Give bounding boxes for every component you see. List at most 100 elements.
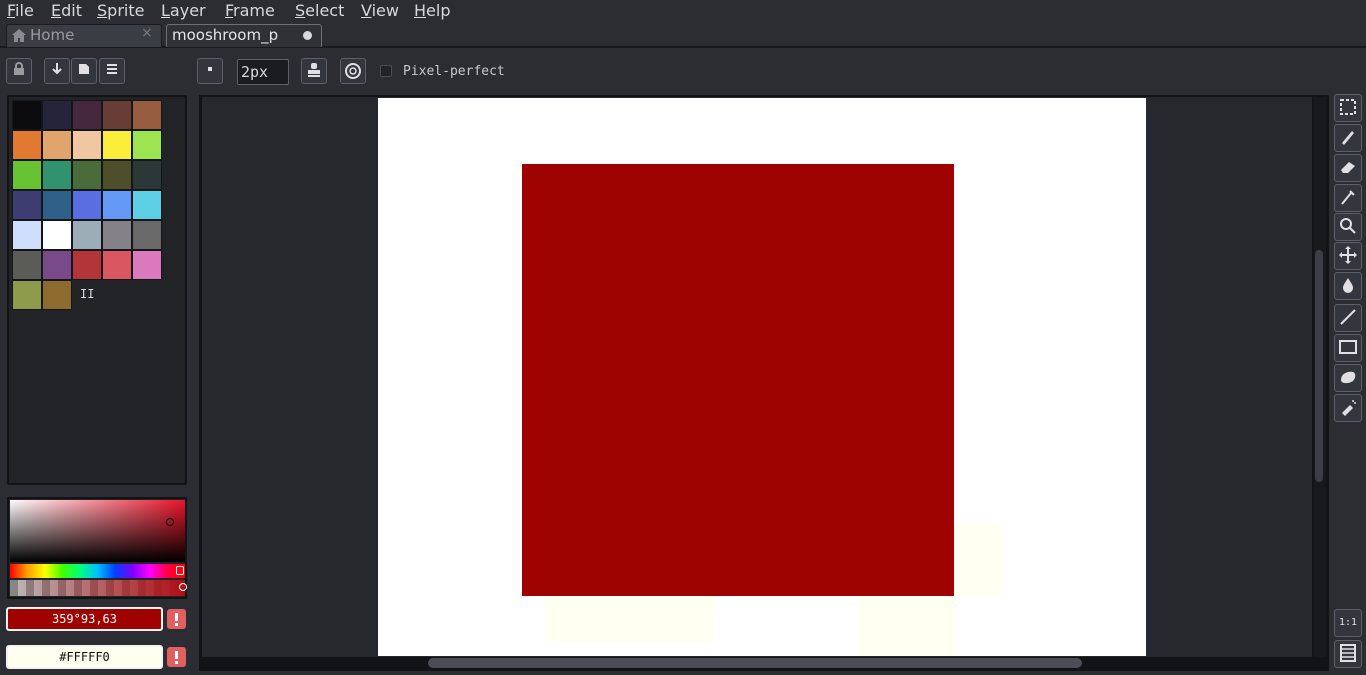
palette-swatch[interactable] bbox=[132, 160, 162, 190]
palette-swatch[interactable] bbox=[72, 190, 102, 220]
brush-size-field[interactable]: 2px bbox=[237, 59, 289, 85]
tool-line[interactable] bbox=[1334, 304, 1362, 332]
foreground-picker-button[interactable] bbox=[167, 609, 186, 629]
palette-swatch[interactable] bbox=[42, 160, 72, 190]
brush-type-button[interactable] bbox=[197, 58, 223, 84]
film-strip-icon bbox=[1340, 644, 1356, 662]
palette-swatch[interactable] bbox=[42, 220, 72, 250]
zoom-reset-button[interactable]: 1:1 bbox=[1334, 609, 1362, 637]
palette-panel: II bbox=[7, 95, 187, 485]
palette-swatch[interactable] bbox=[132, 130, 162, 160]
zoom-reset-label: 1:1 bbox=[1338, 617, 1358, 628]
rectangle-icon bbox=[1339, 340, 1357, 354]
palette-swatch[interactable] bbox=[102, 160, 132, 190]
spray-icon bbox=[1342, 400, 1356, 416]
move-icon bbox=[1339, 246, 1357, 264]
palette-swatch[interactable] bbox=[42, 100, 72, 130]
foreground-color-field[interactable]: 359°93,63 bbox=[6, 607, 163, 631]
lock-button[interactable] bbox=[6, 58, 32, 84]
menu-select[interactable]: Select bbox=[295, 1, 344, 20]
tab-home[interactable]: Home × bbox=[6, 24, 162, 48]
pause-glyph: II bbox=[80, 287, 95, 301]
menu-frame[interactable]: Frame bbox=[225, 1, 275, 20]
palette-swatch[interactable] bbox=[102, 100, 132, 130]
palette-swatch[interactable] bbox=[42, 280, 72, 310]
ink-stamp-icon bbox=[308, 63, 320, 77]
tool-spray[interactable] bbox=[1334, 394, 1362, 422]
menu-file[interactable]: File bbox=[7, 1, 34, 20]
tab-mooshroom[interactable]: mooshroom_p bbox=[166, 24, 322, 47]
palette-swatch[interactable] bbox=[12, 220, 42, 250]
menu-sprite[interactable]: Sprite bbox=[97, 1, 144, 20]
menu-help[interactable]: Help bbox=[414, 1, 450, 20]
exclamation-icon bbox=[175, 651, 178, 664]
menu-view[interactable]: View bbox=[361, 1, 399, 20]
palette-swatch[interactable] bbox=[42, 250, 72, 280]
pixel-perfect-label: Pixel-perfect bbox=[403, 64, 505, 79]
tool-zoom[interactable] bbox=[1334, 213, 1362, 241]
palette-swatch[interactable] bbox=[102, 130, 132, 160]
palette-swatch[interactable] bbox=[12, 100, 42, 130]
palette-swatch[interactable] bbox=[102, 250, 132, 280]
pixel-perfect-checkbox[interactable] bbox=[380, 65, 392, 77]
hue-handle-icon[interactable] bbox=[176, 566, 184, 575]
red-square-shape bbox=[522, 164, 954, 596]
eyedropper-icon bbox=[1341, 190, 1355, 205]
tool-paint-bucket[interactable] bbox=[1334, 272, 1362, 300]
eraser-icon bbox=[1341, 162, 1355, 173]
tab-bar: Home × mooshroom_p bbox=[0, 22, 1366, 48]
tool-rectangle[interactable] bbox=[1334, 334, 1362, 362]
palette-swatch[interactable] bbox=[42, 190, 72, 220]
palette-swatch[interactable] bbox=[102, 220, 132, 250]
download-button[interactable] bbox=[44, 58, 70, 84]
palette-swatch[interactable] bbox=[72, 220, 102, 250]
background-picker-button[interactable] bbox=[167, 647, 186, 667]
brush-dot-icon bbox=[208, 67, 212, 71]
saturation-value-area[interactable] bbox=[10, 500, 185, 562]
palette-swatch[interactable] bbox=[72, 130, 102, 160]
palette-swatch[interactable] bbox=[12, 190, 42, 220]
palette-swatch[interactable] bbox=[132, 100, 162, 130]
tool-pencil[interactable] bbox=[1334, 124, 1362, 152]
palette-swatch[interactable] bbox=[102, 190, 132, 220]
exclamation-icon bbox=[175, 613, 178, 626]
palette-save-button[interactable] bbox=[71, 58, 97, 84]
menu-edit[interactable]: Edit bbox=[51, 1, 82, 20]
tab-home-label: Home bbox=[30, 26, 75, 44]
faint-shape bbox=[545, 596, 715, 642]
palette-swatch[interactable] bbox=[72, 250, 102, 280]
palette-swatch[interactable] bbox=[72, 100, 102, 130]
palette-swatch[interactable] bbox=[132, 190, 162, 220]
hue-slider[interactable] bbox=[10, 564, 185, 578]
vertical-scroll-thumb[interactable] bbox=[1315, 250, 1323, 482]
tab-mooshroom-label: mooshroom_p bbox=[172, 26, 279, 44]
alpha-slider[interactable] bbox=[10, 580, 185, 596]
tool-rectangular-marquee[interactable] bbox=[1334, 94, 1362, 122]
tool-move[interactable] bbox=[1334, 242, 1362, 270]
opacity-button[interactable] bbox=[340, 58, 366, 84]
line-icon bbox=[1340, 309, 1356, 325]
opacity-circle-icon bbox=[345, 63, 361, 79]
unsaved-dot-icon[interactable] bbox=[303, 31, 312, 40]
palette-swatch[interactable] bbox=[12, 280, 42, 310]
tool-blob[interactable] bbox=[1334, 364, 1362, 392]
marquee-icon bbox=[1340, 99, 1356, 115]
alpha-handle-icon[interactable] bbox=[179, 583, 187, 591]
menu-bar: File Edit Sprite Layer Frame Select View… bbox=[0, 0, 1366, 22]
horizontal-scroll-thumb[interactable] bbox=[428, 658, 1082, 668]
background-color-field[interactable]: #FFFFF0 bbox=[6, 645, 163, 669]
palette-swatch[interactable] bbox=[42, 130, 72, 160]
palette-swatch[interactable] bbox=[12, 160, 42, 190]
palette-swatch[interactable] bbox=[72, 160, 102, 190]
timeline-button[interactable] bbox=[1334, 640, 1362, 668]
tool-eyedropper[interactable] bbox=[1334, 184, 1362, 212]
palette-swatch[interactable] bbox=[12, 130, 42, 160]
palette-swatch[interactable] bbox=[132, 220, 162, 250]
palette-swatch[interactable] bbox=[132, 250, 162, 280]
ink-button[interactable] bbox=[301, 58, 327, 84]
close-icon[interactable]: × bbox=[141, 25, 153, 41]
palette-menu-button[interactable] bbox=[99, 58, 125, 84]
palette-swatch[interactable] bbox=[12, 250, 42, 280]
tool-eraser[interactable] bbox=[1334, 154, 1362, 182]
menu-layer[interactable]: Layer bbox=[161, 1, 206, 20]
